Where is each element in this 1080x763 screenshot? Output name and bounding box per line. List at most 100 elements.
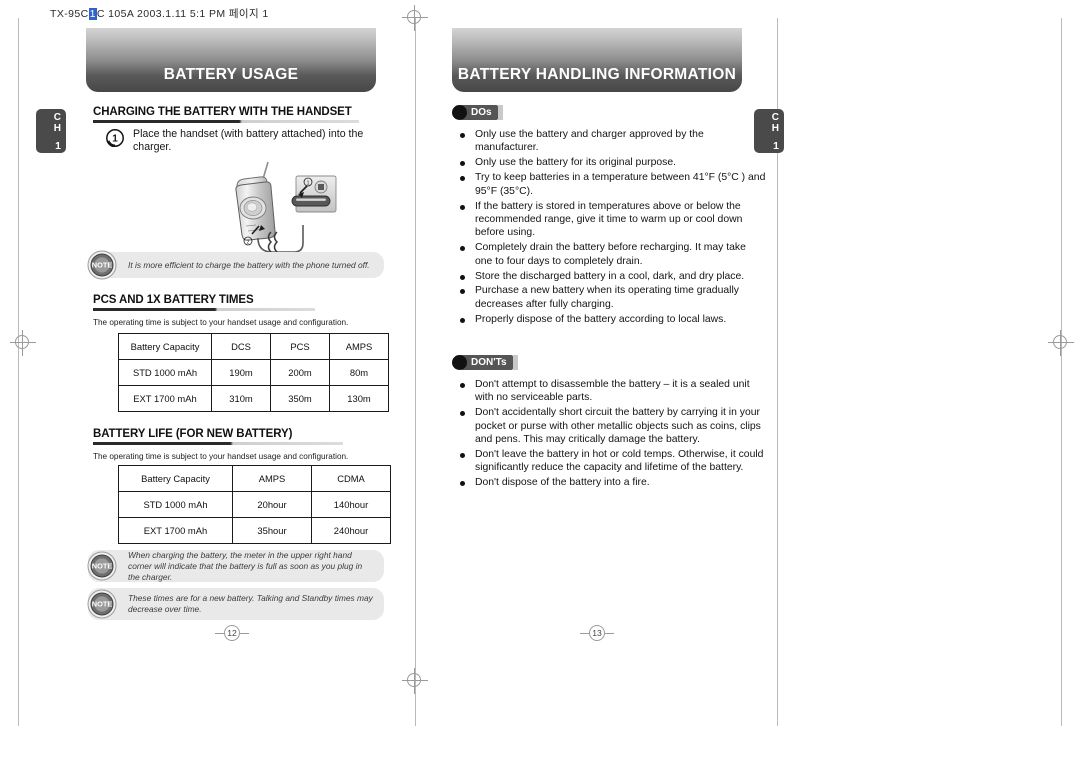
- step-1: 1 Place the handset (with battery attach…: [106, 128, 374, 154]
- table-cell: 20hour: [232, 491, 312, 518]
- left-chapter-tab: C H 1: [36, 109, 66, 153]
- table-row: EXT 1700 mAh 35hour 240hour: [118, 517, 391, 544]
- page-number-tick-right: [605, 632, 614, 634]
- table-header-cell: PCS: [270, 333, 330, 360]
- table-header-cell: Battery Capacity: [118, 333, 212, 360]
- right-page: BATTERY HANDLING INFORMATION C H 1 DOs O…: [452, 0, 832, 763]
- note-box-2: NOTE When charging the battery, the mete…: [87, 549, 384, 582]
- table-cell: EXT 1700 mAh: [118, 385, 212, 412]
- note-box-1: NOTE It is more efficient to charge the …: [87, 250, 384, 280]
- dos-bullet-icon: [452, 105, 467, 120]
- svg-text:NOTE: NOTE: [92, 261, 113, 270]
- table-header-cell: CDMA: [311, 465, 391, 492]
- list-item: If the battery is stored in temperatures…: [458, 200, 766, 240]
- donts-label: DON'Ts: [452, 355, 518, 370]
- table-cell: 350m: [270, 385, 330, 412]
- page-number-tick-left: [215, 632, 224, 634]
- section-heading-rule: [93, 120, 359, 123]
- registration-mark-left: [10, 330, 36, 356]
- table-header-cell: AMPS: [329, 333, 389, 360]
- trim-rule-right: [1061, 18, 1062, 726]
- donts-label-text: DON'Ts: [460, 355, 513, 370]
- dos-label-cap: [497, 105, 503, 120]
- note-icon: NOTE: [87, 551, 117, 581]
- list-item: Properly dispose of the battery accordin…: [458, 313, 766, 326]
- note-box-3: NOTE These times are for a new battery. …: [87, 588, 384, 620]
- section-heading-battery-life: BATTERY LIFE (FOR NEW BATTERY): [93, 428, 343, 445]
- right-banner-title: BATTERY HANDLING INFORMATION: [457, 66, 737, 83]
- step-number-badge: 1: [106, 129, 124, 147]
- svg-text:NOTE: NOTE: [92, 562, 113, 571]
- table-1-body: Battery Capacity DCS PCS AMPS STD 1000 mAh 19…: [118, 333, 389, 412]
- donts-label-cap: [512, 355, 518, 370]
- trim-rule-left: [18, 18, 19, 726]
- page-number-left: 12: [205, 625, 259, 641]
- page-number-tick-left: [580, 632, 589, 634]
- table-header-cell: Battery Capacity: [118, 465, 233, 492]
- left-chapter-tab-number: 1: [55, 140, 61, 152]
- left-chapter-tab-line1: C: [53, 112, 61, 123]
- charging-illustration: 1 2: [224, 160, 342, 258]
- table-cell: 35hour: [232, 517, 312, 544]
- table-row: STD 1000 mAh 20hour 140hour: [118, 491, 391, 518]
- table-row: EXT 1700 mAh 310m 350m 130m: [118, 385, 389, 412]
- table-header-row: Battery Capacity DCS PCS AMPS: [118, 333, 389, 360]
- svg-text:NOTE: NOTE: [92, 600, 113, 609]
- step-1-text: Place the handset (with battery attached…: [133, 128, 364, 153]
- print-sheet: TX-95C1C 105A 2003.1.11 5:1 PM 페이지 1 BAT…: [0, 0, 1080, 763]
- table-row: STD 1000 mAh 190m 200m 80m: [118, 359, 389, 386]
- registration-mark-right: [1048, 330, 1074, 356]
- list-item: Don't accidentally short circuit the bat…: [458, 406, 766, 446]
- left-chapter-banner: BATTERY USAGE: [86, 28, 376, 92]
- battery-life-table: Battery Capacity AMPS CDMA STD 1000 mAh 20ho…: [118, 465, 391, 544]
- section-heading-charging: CHARGING THE BATTERY WITH THE HANDSET: [93, 106, 359, 123]
- section-heading-rule: [93, 442, 343, 445]
- note-box-1-text: It is more efficient to charge the batte…: [128, 259, 370, 270]
- section-heading-battery-life-text: BATTERY LIFE (FOR NEW BATTERY): [93, 428, 293, 440]
- pcs-battery-times-table: Battery Capacity DCS PCS AMPS STD 1000 mAh 19…: [118, 333, 389, 412]
- table-cell: EXT 1700 mAh: [118, 517, 233, 544]
- table-1-caption: The operating time is subject to your ha…: [93, 318, 349, 327]
- list-item: Purchase a new battery when its operatin…: [458, 284, 766, 311]
- list-item: Try to keep batteries in a temperature b…: [458, 171, 766, 198]
- section-heading-pcs-times: PCS AND 1X BATTERY TIMES: [93, 294, 315, 311]
- list-item: Store the discharged battery in a cool, …: [458, 270, 766, 283]
- note-icon: NOTE: [87, 589, 117, 619]
- table-cell: STD 1000 mAh: [118, 359, 212, 386]
- left-chapter-tab-line2: H: [53, 122, 61, 134]
- table-header-cell: DCS: [211, 333, 271, 360]
- section-heading-pcs-times-text: PCS AND 1X BATTERY TIMES: [93, 294, 254, 306]
- table-cell: 130m: [329, 385, 389, 412]
- page-number-left-value: 12: [224, 625, 240, 641]
- page-number-right-value: 13: [589, 625, 605, 641]
- section-heading-rule: [93, 308, 315, 311]
- svg-text:1: 1: [307, 181, 310, 187]
- table-2-body: Battery Capacity AMPS CDMA STD 1000 mAh 20ho…: [118, 465, 391, 544]
- table-cell: 140hour: [311, 491, 391, 518]
- section-heading-charging-text: CHARGING THE BATTERY WITH THE HANDSET: [93, 106, 352, 118]
- table-cell: 310m: [211, 385, 271, 412]
- left-banner-title: BATTERY USAGE: [163, 66, 299, 83]
- table-header-cell: AMPS: [232, 465, 312, 492]
- note-icon: NOTE: [87, 250, 117, 280]
- left-page: BATTERY USAGE C H 1 CHARGING THE BATTERY…: [36, 0, 428, 763]
- table-cell: 80m: [329, 359, 389, 386]
- donts-list: Don't attempt to disassemble the battery…: [458, 378, 766, 491]
- donts-bullet-icon: [452, 355, 467, 370]
- table-header-row: Battery Capacity AMPS CDMA: [118, 465, 391, 492]
- dos-label: DOs: [452, 105, 503, 120]
- list-item: Don't attempt to disassemble the battery…: [458, 378, 766, 405]
- svg-text:1: 1: [112, 134, 118, 145]
- note-box-3-text: These times are for a new battery. Talki…: [128, 593, 373, 614]
- page-number-right: 13: [570, 625, 624, 641]
- table-cell: STD 1000 mAh: [118, 491, 233, 518]
- table-cell: 190m: [211, 359, 271, 386]
- table-cell: 240hour: [311, 517, 391, 544]
- table-2-caption: The operating time is subject to your ha…: [93, 452, 349, 461]
- list-item: Don't dispose of the battery into a fire…: [458, 476, 766, 489]
- svg-text:2: 2: [247, 240, 250, 246]
- list-item: Don't leave the battery in hot or cold t…: [458, 448, 766, 475]
- note-box-2-text: When charging the battery, the meter in …: [128, 549, 363, 582]
- dos-list: Only use the battery and charger approve…: [458, 128, 766, 328]
- right-chapter-banner: BATTERY HANDLING INFORMATION: [452, 28, 742, 92]
